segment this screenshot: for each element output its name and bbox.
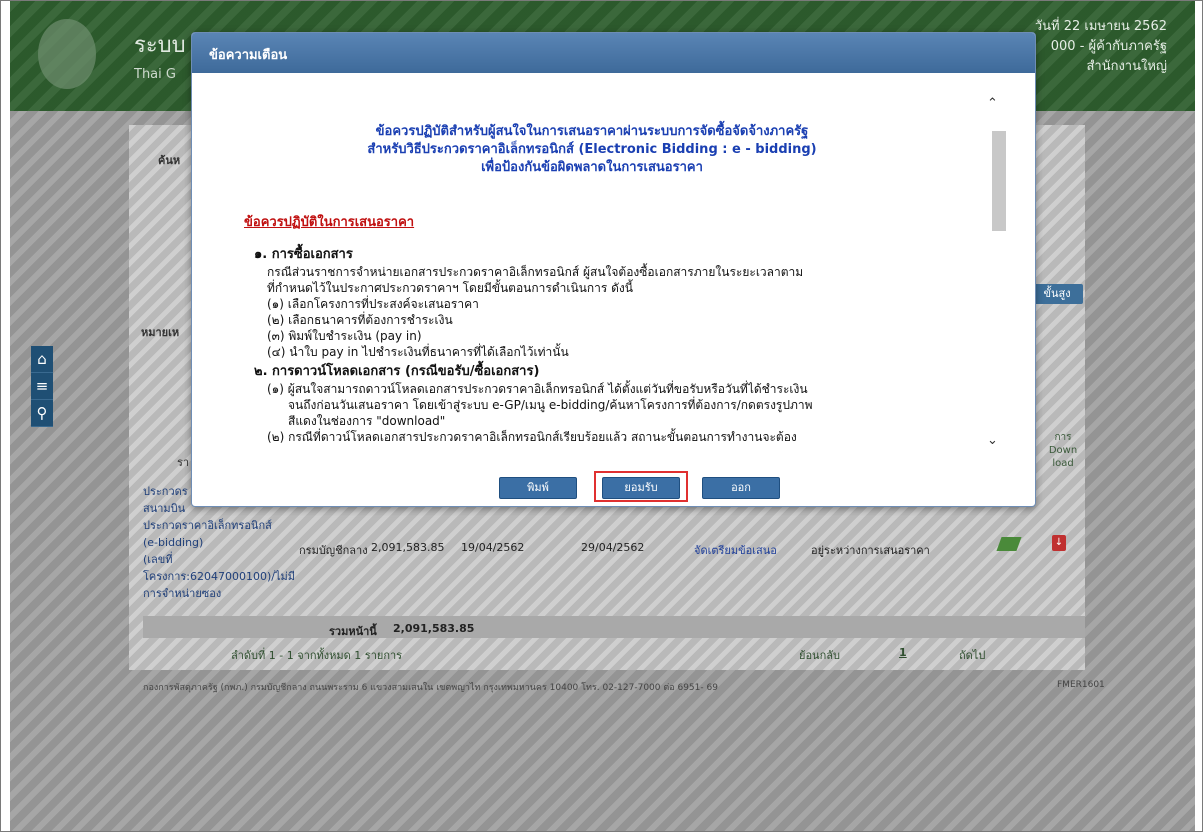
- modal-heading-1: ข้อควรปฏิบัติสำหรับผู้สนใจในการเสนอราคาผ…: [375, 124, 809, 139]
- header-title: ระบบ: [134, 33, 186, 58]
- modal-title: ข้อความเตือน: [209, 48, 288, 63]
- search-label: ค้นห: [158, 154, 181, 167]
- modal-header: ข้อความเตือน: [192, 33, 1035, 73]
- exit-button[interactable]: ออก: [702, 477, 780, 499]
- sum-value: 2,091,583.85: [393, 622, 475, 635]
- modal-heading-3: เพื่อป้องกันข้อผิดพลาดในการเสนอราคา: [481, 160, 703, 175]
- status-cell: อยู่ระหว่างการเสนอราคา: [811, 544, 930, 557]
- start-date-cell: 19/04/2562: [461, 541, 525, 554]
- item2-line-4: (๒) กรณีที่ดาวน์โหลดเอกสารประกวดราคาอิเล…: [267, 430, 797, 444]
- prepare-proposal-link[interactable]: จัดเตรียมข้อเสนอ: [694, 541, 777, 559]
- item2-title: ๒. การดาวน์โหลดเอกสาร (กรณีขอรับ/ซื้อเอก…: [254, 364, 540, 379]
- print-button[interactable]: พิมพ์: [499, 477, 577, 499]
- column-header-ra: รา: [177, 456, 190, 469]
- item1-title: ๑. การซื้อเอกสาร: [254, 247, 353, 262]
- sum-label: รวมหน้านี้: [329, 625, 377, 638]
- home-icon[interactable]: ⌂: [31, 346, 53, 373]
- department-logo: [38, 19, 96, 89]
- advanced-search-button[interactable]: ขั้นสูง: [1031, 284, 1083, 304]
- pager-prev[interactable]: ย้อนกลับ: [799, 646, 840, 664]
- browser-frame: ระบบ Thai G วันที่ 22 เมษายน 2562 000 - …: [0, 0, 1203, 832]
- header-user: 000 - ผู้ค้ากับภาครัฐ: [1050, 39, 1167, 54]
- amount-cell: 2,091,583.85: [371, 541, 445, 554]
- accept-button[interactable]: ยอมรับ: [602, 477, 680, 499]
- footer-address: กองการพัสดุภาครัฐ (กพภ.) กรมบัญชีกลาง ถน…: [143, 683, 718, 693]
- search-icon[interactable]: ⚲: [31, 400, 53, 427]
- menu-icon[interactable]: ≡: [31, 373, 53, 400]
- end-date-cell: 29/04/2562: [581, 541, 645, 554]
- modal-scroll-thumb[interactable]: [992, 131, 1006, 231]
- scroll-down-icon[interactable]: ⌄: [987, 433, 998, 448]
- header-subtitle: Thai G: [134, 67, 176, 82]
- header-date: วันที่ 22 เมษายน 2562: [1034, 19, 1167, 34]
- scroll-up-icon[interactable]: ⌃: [987, 96, 998, 111]
- pager-page[interactable]: 1: [899, 646, 907, 659]
- pager-next[interactable]: ถัดไป: [959, 646, 985, 664]
- modal-heading-2: สำหรับวิธีประกวดราคาอิเล็กทรอนิกส์ (Elec…: [367, 142, 817, 157]
- sum-row: [143, 616, 1085, 638]
- warning-modal: ข้อความเตือน ⌃ ⌄ ข้อควรปฏิบัติสำหรับผู้ส…: [191, 32, 1036, 507]
- header-office: สำนักงานใหญ่: [1086, 59, 1167, 74]
- footer-code: FMER1601: [1057, 680, 1105, 690]
- remark-label: หมายเห: [141, 326, 180, 339]
- section-title: ข้อควรปฏิบัติในการเสนอราคา: [244, 215, 415, 230]
- pager-summary: ลำดับที่ 1 - 1 จากทั้งหมด 1 รายการ: [231, 649, 403, 662]
- download-icon[interactable]: ↓: [1052, 535, 1066, 551]
- header-user-info: วันที่ 22 เมษายน 2562 000 - ผู้ค้ากับภาค…: [1035, 17, 1167, 77]
- download-column-header: การ Down load: [1048, 432, 1078, 469]
- department-cell: กรมบัญชีกลาง: [299, 544, 368, 557]
- side-nav: ⌂ ≡ ⚲: [31, 346, 53, 427]
